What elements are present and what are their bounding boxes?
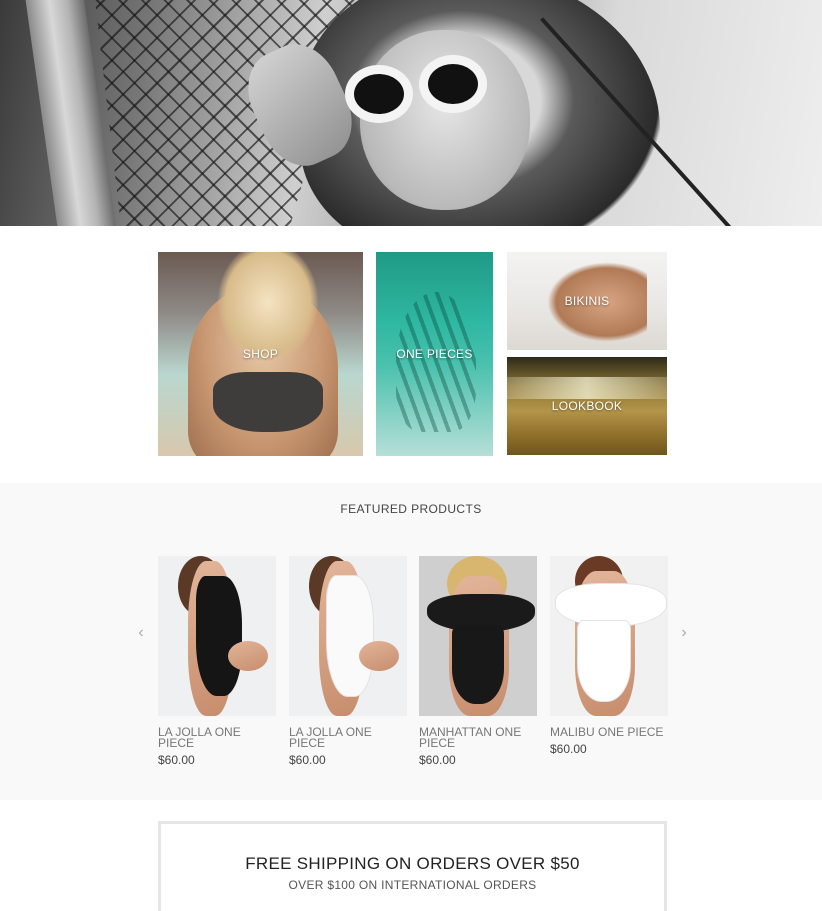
- product-card[interactable]: MALIBU ONE PIECE $60.00: [550, 556, 668, 756]
- category-tile-bikinis[interactable]: BIKINIS: [507, 252, 667, 350]
- carousel-prev-icon[interactable]: ‹: [133, 623, 149, 643]
- hero-banner: [0, 0, 822, 226]
- category-label-one-pieces: ONE PIECES: [396, 347, 473, 361]
- product-price: $60.00: [419, 753, 456, 767]
- product-image[interactable]: [158, 556, 276, 716]
- product-image[interactable]: [550, 556, 668, 716]
- category-tile-shop[interactable]: SHOP: [158, 252, 363, 456]
- product-price: $60.00: [158, 753, 195, 767]
- category-tile-lookbook[interactable]: LOOKBOOK: [507, 357, 667, 455]
- product-name[interactable]: MANHATTAN ONE PIECE: [419, 726, 537, 749]
- category-tile-one-pieces[interactable]: ONE PIECES: [376, 252, 493, 456]
- free-shipping-banner: FREE SHIPPING ON ORDERS OVER $50 OVER $1…: [158, 821, 667, 911]
- hero-sunglasses: [345, 55, 495, 125]
- product-card[interactable]: MANHATTAN ONE PIECE $60.00: [419, 556, 537, 767]
- featured-products-title: FEATURED PRODUCTS: [340, 502, 482, 516]
- product-price: $60.00: [550, 742, 587, 756]
- product-image[interactable]: [419, 556, 537, 716]
- product-price: $60.00: [289, 753, 326, 767]
- product-card[interactable]: LA JOLLA ONE PIECE $60.00: [158, 556, 276, 767]
- product-card[interactable]: LA JOLLA ONE PIECE $60.00: [289, 556, 407, 767]
- featured-products-section: FEATURED PRODUCTS ‹ › LA JOLLA ONE PIECE…: [0, 483, 822, 800]
- product-name[interactable]: LA JOLLA ONE PIECE: [158, 726, 276, 749]
- product-name[interactable]: LA JOLLA ONE PIECE: [289, 726, 407, 749]
- category-label-lookbook: LOOKBOOK: [551, 399, 623, 413]
- free-shipping-headline: FREE SHIPPING ON ORDERS OVER $50: [245, 854, 580, 873]
- category-label-bikinis: BIKINIS: [564, 294, 610, 308]
- product-name[interactable]: MALIBU ONE PIECE: [550, 726, 668, 738]
- product-image[interactable]: [289, 556, 407, 716]
- carousel-next-icon[interactable]: ›: [676, 623, 692, 643]
- category-label-shop: SHOP: [242, 347, 279, 361]
- free-shipping-subline: OVER $100 ON INTERNATIONAL ORDERS: [288, 878, 537, 892]
